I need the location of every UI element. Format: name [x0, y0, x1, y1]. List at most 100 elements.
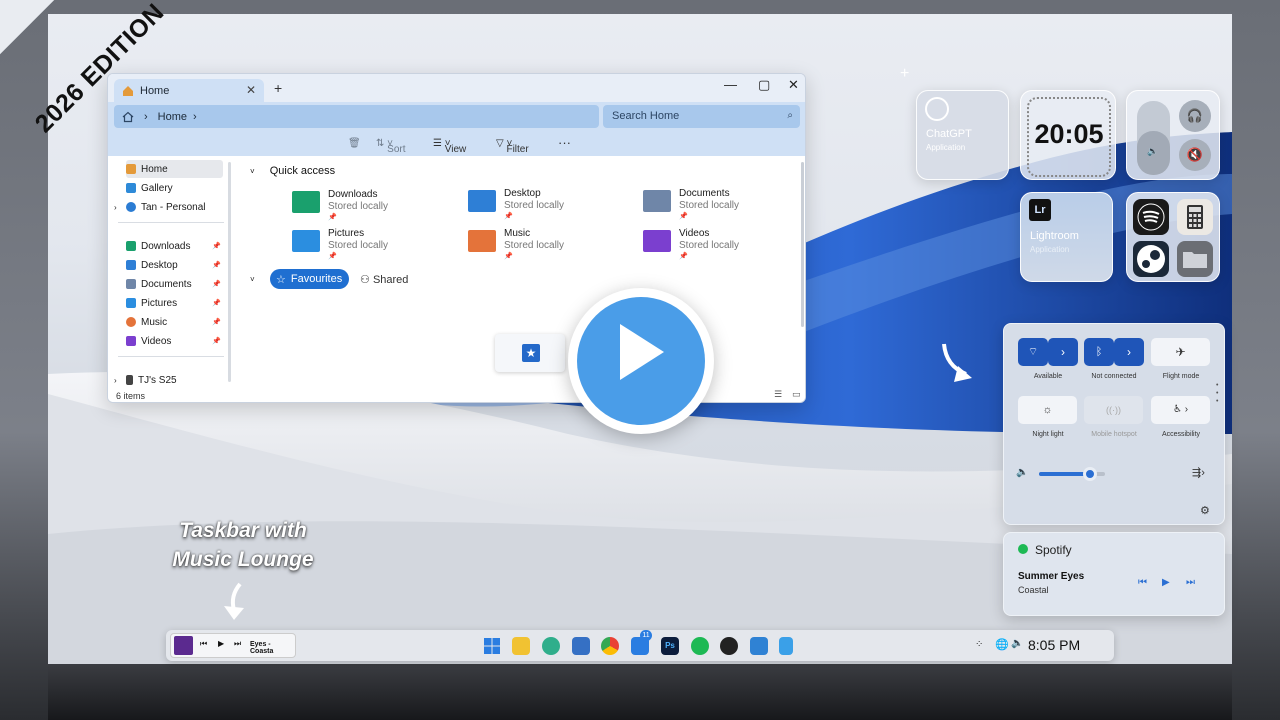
apps-grid-icon[interactable]: ⁘ — [975, 639, 983, 650]
hotspot-icon[interactable]: ((·)) — [1084, 396, 1143, 424]
tiles-view-icon[interactable]: ▭ — [792, 389, 801, 400]
play-icon[interactable]: ▶ — [218, 639, 224, 648]
sidebar-item-videos[interactable]: Videos 📌 — [126, 332, 223, 350]
quick-access-item-music[interactable]: Music Stored locally 📌 — [468, 228, 618, 264]
pin-icon: 📌 — [212, 281, 221, 288]
play-icon — [620, 324, 664, 380]
previous-track-icon[interactable]: ⏮ — [200, 639, 207, 649]
breadcrumb-home[interactable]: Home — [158, 111, 187, 123]
spotify-media-card: Spotify Summer Eyes Coastal ⏮ ▶ ⏭ — [1003, 532, 1225, 616]
sidebar-item-label: Videos — [141, 335, 172, 347]
mute-icon[interactable]: 🔇 — [1179, 139, 1211, 171]
bluetooth-icon[interactable]: ᛒ — [1084, 338, 1114, 366]
sidebar-item-documents[interactable]: Documents 📌 — [126, 275, 223, 293]
quick-access-item-documents[interactable]: Documents Stored locally 📌 — [643, 188, 793, 224]
calculator-icon[interactable] — [1177, 199, 1213, 235]
home-icon — [126, 164, 136, 174]
sidebar-item-home[interactable]: Home — [126, 160, 223, 178]
headphones-icon[interactable]: 🎧 — [1179, 100, 1211, 132]
sort-button[interactable]: ⇅ Sort ˅ — [376, 138, 406, 155]
sidebar-item-onedrive[interactable]: › Tan - Personal — [114, 198, 223, 216]
store-icon[interactable] — [572, 637, 590, 655]
sidebar-item-gallery[interactable]: Gallery — [126, 179, 223, 197]
file-explorer-icon[interactable] — [512, 637, 530, 655]
clock-widget: 20:05 — [1020, 90, 1116, 180]
desktop-folder-icon — [468, 190, 496, 212]
photoshop-icon[interactable]: Ps — [661, 637, 679, 655]
globe-icon[interactable]: 🌐 — [995, 638, 1009, 651]
airplane-icon[interactable]: ✈ — [1151, 338, 1210, 366]
speaker-icon: 🔈 — [1016, 467, 1029, 478]
pin-icon: 📌 — [212, 338, 221, 345]
wifi-expand-button[interactable]: › — [1048, 338, 1078, 366]
speaker-icon[interactable]: 🔈 — [1011, 638, 1023, 649]
tab-close-icon[interactable]: ✕ — [246, 83, 256, 97]
pin-icon: 📌 — [212, 262, 221, 269]
media-player-icon[interactable] — [720, 637, 738, 655]
bluetooth-expand-button[interactable]: › — [1114, 338, 1144, 366]
next-track-icon[interactable]: ⏭ — [234, 639, 241, 649]
sidebar-item-phone[interactable]: › TJ's S25 — [114, 371, 223, 389]
quick-access-item-videos[interactable]: Videos Stored locally 📌 — [643, 228, 793, 264]
chrome-icon[interactable] — [601, 637, 619, 655]
address-bar[interactable]: › Home › — [114, 105, 599, 128]
maximize-icon[interactable]: ▢ — [758, 77, 770, 93]
tab-shared[interactable]: ⚇ Shared — [360, 273, 420, 286]
taskbar-music-lounge[interactable]: ⏮ ▶ ⏭ Eyes - Coasta — [170, 633, 296, 658]
sidebar-item-downloads[interactable]: Downloads 📌 — [126, 237, 223, 255]
folder-icon[interactable] — [1177, 241, 1213, 277]
remote-desktop-icon[interactable]: 11 — [631, 630, 652, 655]
edge-icon[interactable] — [542, 637, 560, 655]
tab-home[interactable]: Home ✕ — [114, 79, 264, 102]
nav-scrollbar[interactable] — [228, 162, 231, 382]
taskbar-clock[interactable]: 8:05 PM — [1028, 637, 1080, 653]
spotify-icon[interactable] — [691, 637, 709, 655]
quick-access-item-pictures[interactable]: Pictures Stored locally 📌 — [292, 228, 442, 264]
next-track-icon[interactable]: ⏭ — [1186, 577, 1195, 588]
mini-app-window: ★ — [495, 334, 565, 372]
wifi-icon[interactable]: ⌔ — [1018, 338, 1048, 366]
volume-thumb[interactable] — [1083, 467, 1097, 481]
quick-access-item-desktop[interactable]: Desktop Stored locally 📌 — [468, 188, 618, 224]
details-view-icon[interactable]: ☰ — [774, 389, 782, 400]
folder-name: Downloads — [328, 189, 378, 200]
accessibility-icon[interactable]: ♿ › — [1151, 396, 1210, 424]
minimize-icon[interactable]: — — [724, 77, 737, 92]
start-icon[interactable] — [483, 637, 501, 655]
notepad-icon[interactable] — [779, 637, 793, 655]
quick-access-item-downloads[interactable]: Downloads Stored locally 📌 — [292, 189, 442, 225]
filter-button[interactable]: ▽ Filter ˅ — [496, 138, 529, 155]
spotify-icon[interactable] — [1133, 199, 1169, 235]
page-dots-icon[interactable]: • • • — [1216, 382, 1218, 406]
close-icon[interactable]: ✕ — [788, 77, 799, 93]
tab-favourites[interactable]: ☆ Favourites — [270, 269, 349, 289]
photos-icon[interactable] — [750, 637, 768, 655]
view-button[interactable]: ☰ View ˅ — [433, 138, 466, 155]
steam-icon[interactable] — [1133, 241, 1169, 277]
videos-folder-icon — [126, 336, 136, 346]
sidebar-item-pictures[interactable]: Pictures 📌 — [126, 294, 223, 312]
track-artist: Coastal — [1018, 585, 1049, 595]
chatgpt-widget[interactable]: ChatGPT Application — [916, 90, 1009, 180]
lightroom-widget[interactable]: Lr Lightroom Application — [1020, 192, 1113, 282]
new-tab-button[interactable]: + — [274, 80, 282, 96]
widget-title: Lightroom — [1030, 230, 1079, 242]
delete-icon[interactable]: 🗑 — [348, 138, 361, 149]
previous-track-icon[interactable]: ⏮ — [1138, 577, 1147, 588]
search-input[interactable]: Search Home ⌕ — [603, 105, 800, 128]
sidebar-item-desktop[interactable]: Desktop 📌 — [126, 256, 223, 274]
folder-status: Stored locally — [328, 240, 389, 251]
more-options-button[interactable]: ··· — [558, 135, 571, 150]
explorer-titlebar[interactable]: Home ✕ + — ▢ ✕ — [108, 74, 805, 102]
gear-icon[interactable]: ⚙ — [1200, 504, 1210, 517]
folder-name: Music — [504, 228, 531, 239]
content-scrollbar[interactable] — [801, 162, 804, 327]
quick-access-header[interactable]: ˅ Quick access — [250, 165, 335, 177]
sidebar-item-music[interactable]: Music 📌 — [126, 313, 223, 331]
video-play-button[interactable] — [568, 288, 714, 434]
sun-icon[interactable]: ☼ — [1018, 396, 1077, 424]
arrow-down-icon — [224, 582, 244, 620]
play-icon[interactable]: ▶ — [1162, 577, 1170, 588]
audio-output-icon[interactable]: ⇶› — [1192, 466, 1205, 479]
chevron-right-icon: › — [114, 375, 117, 385]
